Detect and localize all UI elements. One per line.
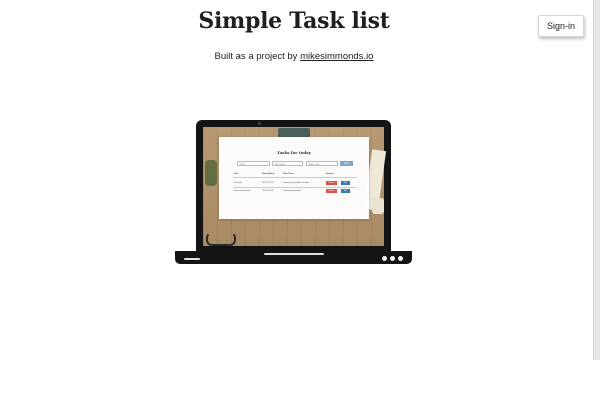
- author-link[interactable]: mikesimmonds.io: [300, 51, 373, 62]
- app-preview-row-added: 2017-02-15: [262, 182, 274, 184]
- laptop-indicator-dot: [382, 256, 387, 261]
- app-preview-delete-button: Delete: [326, 181, 337, 185]
- app-preview-row-rule: [233, 187, 357, 188]
- glasses-image: [206, 232, 236, 246]
- app-preview-header-rule: [233, 177, 357, 178]
- app-preview-update-button: Edit: [341, 181, 350, 185]
- app-preview-col-title: Title: [234, 173, 239, 175]
- app-preview-col-actions: Actions: [326, 173, 335, 175]
- app-preview-message-input: Message: [272, 161, 303, 166]
- laptop-indicator-dot: [398, 256, 403, 261]
- app-preview-update-button: Edit: [341, 189, 350, 193]
- app-preview-row-title: Do stuff: [234, 182, 242, 184]
- cup-image: [372, 198, 384, 214]
- app-preview-add-button: Add: [340, 161, 353, 166]
- app-preview-row-done: Lorem ipsum dolor sit amet: [283, 182, 310, 184]
- page-title: Simple Task list: [198, 8, 390, 34]
- app-preview-col-done: Date Done: [283, 173, 294, 175]
- laptop-camera: [258, 122, 261, 125]
- laptop-base-slot: [184, 258, 200, 260]
- app-preview-date-input: Date due: [306, 161, 338, 166]
- page-subtitle: Built as a project by mikesimmonds.io: [0, 51, 588, 62]
- app-preview-title-input: Title: [237, 161, 270, 166]
- plant-image: [205, 160, 217, 186]
- laptop-hinge: [264, 253, 324, 255]
- app-preview-delete-button: Delete: [326, 189, 337, 193]
- app-preview-row-done: Lorem ipsum dolor: [283, 190, 302, 192]
- app-preview-row-title: Some other task: [234, 190, 250, 192]
- subtitle-prefix: Built as a project by: [214, 51, 301, 62]
- laptop-indicator-dot: [390, 256, 395, 261]
- scrollbar-track[interactable]: [594, 0, 600, 360]
- app-preview-title: Tasks for today: [277, 150, 311, 155]
- app-preview-row-added: 2017-02-15: [262, 190, 274, 192]
- app-preview-col-added: Date Added: [262, 173, 275, 175]
- sign-in-button[interactable]: Sign-in: [538, 15, 584, 37]
